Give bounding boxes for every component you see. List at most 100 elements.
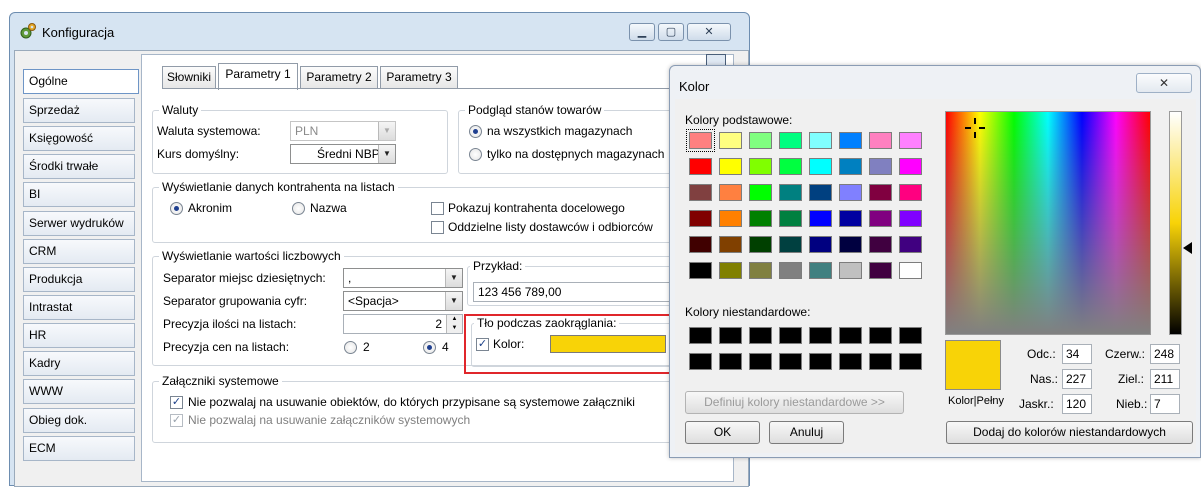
minimize-button[interactable]: ▁ [629,23,655,41]
sidebar-item-7[interactable]: Produkcja [23,267,135,292]
basic-color-swatch[interactable] [869,132,892,149]
system-currency-select[interactable]: PLN ▼ [290,121,396,141]
basic-color-swatch[interactable] [869,184,892,201]
sidebar-item-12[interactable]: Obieg dok. [23,408,135,433]
rounding-color-swatch[interactable] [550,335,666,353]
radio-acronym[interactable] [170,202,183,215]
target-contractor-checkbox[interactable] [431,202,444,215]
maximize-button[interactable]: ▢ [658,23,684,41]
tab-parametry-2[interactable]: Parametry 2 [300,66,378,89]
digit-group-separator-select[interactable]: <Spacja> ▼ [343,291,463,311]
custom-color-swatch[interactable] [839,353,862,370]
basic-color-swatch[interactable] [689,262,712,279]
basic-color-swatch[interactable] [809,236,832,253]
basic-color-swatch[interactable] [839,236,862,253]
basic-color-swatch[interactable] [719,262,742,279]
sidebar-item-6[interactable]: CRM [23,239,135,264]
tab-parametry-1[interactable]: Parametry 1 [218,63,298,90]
basic-color-swatch[interactable] [686,129,715,152]
spin-arrows-icon[interactable]: ▲ ▼ [446,315,462,333]
custom-color-swatch[interactable] [689,327,712,344]
basic-color-swatch[interactable] [899,184,922,201]
basic-color-swatch[interactable] [899,158,922,175]
rounding-color-checkbox[interactable]: ✓ [476,338,489,351]
custom-color-swatch[interactable] [899,327,922,344]
radio-all-warehouses[interactable] [469,125,482,138]
add-to-custom-colors-button[interactable]: Dodaj do kolorów niestandardowych [946,421,1193,444]
protect-attachments-checkbox[interactable]: ✓ [170,414,183,427]
basic-color-swatch[interactable] [779,158,802,175]
decimal-separator-select[interactable]: , ▼ [343,268,463,288]
custom-color-swatch[interactable] [809,353,832,370]
saturation-field[interactable]: 227 [1062,369,1092,389]
basic-color-swatch[interactable] [839,210,862,227]
custom-color-swatch[interactable] [869,353,892,370]
custom-color-swatch[interactable] [719,353,742,370]
basic-color-swatch[interactable] [869,262,892,279]
sidebar-item-13[interactable]: ECM [23,436,135,461]
quantity-precision-stepper[interactable]: 2 ▲ ▼ [343,314,463,334]
basic-color-swatch[interactable] [779,184,802,201]
sidebar-item-5[interactable]: Serwer wydruków [23,211,135,236]
ok-button[interactable]: OK [685,421,760,444]
basic-color-swatch[interactable] [749,236,772,253]
color-spectrum[interactable] [945,111,1151,335]
basic-color-swatch[interactable] [719,184,742,201]
basic-color-swatch[interactable] [809,158,832,175]
basic-color-swatch[interactable] [749,210,772,227]
luminance-slider[interactable] [1169,111,1182,335]
basic-color-swatch[interactable] [809,210,832,227]
custom-color-swatch[interactable] [809,327,832,344]
basic-color-swatch[interactable] [689,158,712,175]
cancel-button[interactable]: Anuluj [769,421,844,444]
custom-color-swatch[interactable] [839,327,862,344]
custom-color-swatch[interactable] [749,327,772,344]
radio-price-precision-2[interactable] [344,341,357,354]
basic-color-swatch[interactable] [899,132,922,149]
luminance-arrow-icon[interactable] [1183,242,1192,257]
tab-parametry-3[interactable]: Parametry 3 [380,66,458,89]
radio-price-precision-4[interactable] [423,341,436,354]
basic-color-swatch[interactable] [749,184,772,201]
default-course-select[interactable]: Średni NBP ▼ [290,144,396,164]
sidebar-item-4[interactable]: BI [23,182,135,207]
basic-color-swatch[interactable] [689,210,712,227]
basic-color-swatch[interactable] [779,262,802,279]
separate-lists-checkbox[interactable] [431,221,444,234]
basic-color-swatch[interactable] [809,132,832,149]
sidebar-item-0[interactable]: Ogólne [23,69,139,94]
basic-color-swatch[interactable] [719,132,742,149]
basic-color-swatch[interactable] [749,132,772,149]
basic-color-swatch[interactable] [839,184,862,201]
basic-color-swatch[interactable] [869,236,892,253]
basic-color-swatch[interactable] [839,262,862,279]
basic-color-swatch[interactable] [869,210,892,227]
basic-color-swatch[interactable] [899,210,922,227]
sidebar-item-3[interactable]: Środki trwałe [23,154,135,179]
custom-color-swatch[interactable] [719,327,742,344]
basic-color-swatch[interactable] [749,158,772,175]
basic-color-swatch[interactable] [719,210,742,227]
sidebar-item-10[interactable]: Kadry [23,351,135,376]
custom-color-swatch[interactable] [689,353,712,370]
tab-slowniki[interactable]: Słowniki [162,66,216,89]
basic-color-swatch[interactable] [719,236,742,253]
radio-available-warehouses[interactable] [469,148,482,161]
basic-color-swatch[interactable] [839,132,862,149]
basic-color-swatch[interactable] [899,236,922,253]
define-custom-colors-button[interactable]: Definiuj kolory niestandardowe >> [685,391,904,414]
custom-color-swatch[interactable] [869,327,892,344]
basic-color-swatch[interactable] [689,236,712,253]
basic-color-swatch[interactable] [719,158,742,175]
basic-color-swatch[interactable] [749,262,772,279]
hue-field[interactable]: 34 [1062,344,1092,364]
basic-color-swatch[interactable] [869,158,892,175]
basic-color-swatch[interactable] [809,262,832,279]
sidebar-item-9[interactable]: HR [23,323,135,348]
sidebar-item-1[interactable]: Sprzedaż [23,98,135,123]
basic-color-swatch[interactable] [779,236,802,253]
basic-color-swatch[interactable] [779,210,802,227]
sidebar-item-2[interactable]: Księgowość [23,126,135,151]
custom-color-swatch[interactable] [779,353,802,370]
sidebar-item-8[interactable]: Intrastat [23,295,135,320]
